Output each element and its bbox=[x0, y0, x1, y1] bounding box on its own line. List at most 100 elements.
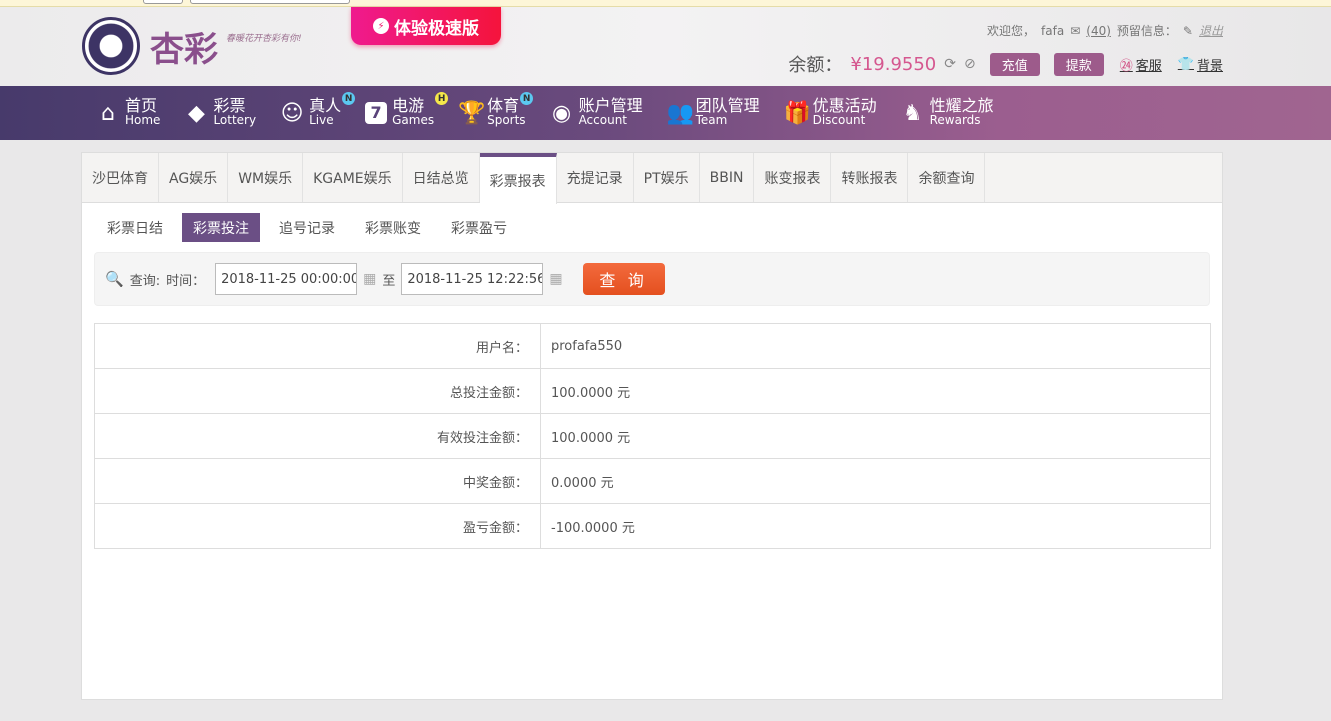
service-label: 客服 bbox=[1135, 58, 1162, 74]
calendar-icon[interactable]: ▦ bbox=[549, 271, 562, 287]
logo[interactable]: 杏彩 春暖花开杏彩有你! bbox=[82, 17, 302, 75]
speed-version-button[interactable]: ⚡ 体验极速版 bbox=[351, 7, 501, 45]
calendar-icon[interactable]: ▦ bbox=[363, 271, 376, 287]
nav-label: 首页 bbox=[125, 96, 158, 115]
subtab-lottery-daily[interactable]: 彩票日结 bbox=[96, 213, 174, 242]
search-bar: 🔍 查询: 时间： ▦ 至 ▦ 查 询 bbox=[94, 252, 1210, 306]
nav-label: 彩票 bbox=[213, 96, 246, 115]
nav-label: 账户管理 bbox=[578, 96, 643, 115]
trophy-icon: 🏆 bbox=[458, 100, 486, 126]
nav-sublabel: Rewards bbox=[929, 113, 981, 127]
report-panel: 沙巴体育 AG娱乐 WM娱乐 KGAME娱乐 日结总览 彩票报表 充提记录 PT… bbox=[81, 152, 1223, 700]
refresh-icon[interactable]: ⟳ bbox=[944, 56, 956, 72]
query-button[interactable]: 查 询 bbox=[582, 263, 665, 295]
hide-eye-icon[interactable]: ⊘ bbox=[964, 56, 976, 72]
home-icon: ⌂ bbox=[101, 100, 115, 126]
logo-slogan: 春暖花开杏彩有你! bbox=[226, 33, 302, 44]
row-label: 总投注金额： bbox=[94, 368, 541, 414]
to-label: 至 bbox=[382, 273, 396, 289]
subtab-lottery-bets[interactable]: 彩票投注 bbox=[182, 213, 260, 242]
tab-saba-sports[interactable]: 沙巴体育 bbox=[82, 153, 159, 202]
row-value: -100.0000 元 bbox=[540, 503, 1211, 549]
users-icon: 👥 bbox=[666, 100, 694, 126]
tab-lottery-report[interactable]: 彩票报表 bbox=[479, 153, 557, 204]
infobar-button[interactable] bbox=[143, 0, 183, 4]
mail-icon[interactable]: ✉ bbox=[1070, 24, 1080, 38]
search-label: 查询: bbox=[129, 273, 161, 289]
shirt-icon: 👕 bbox=[1177, 56, 1194, 72]
background-link[interactable]: 👕 背景 bbox=[1178, 55, 1223, 74]
nav-label: 真人 bbox=[309, 96, 342, 115]
nav-sublabel: Lottery bbox=[213, 113, 257, 127]
promo-label: 体验极速版 bbox=[394, 18, 479, 39]
row-label: 有效投注金额： bbox=[94, 413, 541, 459]
table-row: 中奖金额： 0.0000 元 bbox=[94, 458, 1211, 504]
customer-service-link[interactable]: ㉔客服 bbox=[1120, 55, 1162, 74]
nav-rewards[interactable]: ♞ 性耀之旅 Rewards bbox=[901, 86, 994, 140]
new-badge: N bbox=[342, 92, 356, 105]
deposit-button[interactable]: 充值 bbox=[989, 52, 1040, 76]
infobar-field[interactable] bbox=[190, 0, 350, 4]
row-value: 0.0000 元 bbox=[540, 458, 1211, 504]
support-24-icon: ㉔ bbox=[1119, 58, 1133, 74]
nav-sublabel: Games bbox=[392, 113, 435, 127]
tab-kgame[interactable]: KGAME娱乐 bbox=[303, 153, 403, 202]
nav-sublabel: Sports bbox=[487, 113, 526, 127]
tab-bbin[interactable]: BBIN bbox=[700, 153, 755, 202]
nav-sublabel: Discount bbox=[812, 113, 866, 127]
end-time-input[interactable] bbox=[401, 263, 544, 295]
table-row: 总投注金额： 100.0000 元 bbox=[94, 368, 1211, 414]
browser-infobar bbox=[0, 0, 1331, 7]
logout-link[interactable]: 退出 bbox=[1199, 22, 1223, 39]
tab-daily-overview[interactable]: 日结总览 bbox=[403, 153, 480, 202]
row-value: profafa550 bbox=[540, 323, 1211, 369]
subtab-chase-records[interactable]: 追号记录 bbox=[268, 213, 346, 242]
woman-icon: ☺ bbox=[280, 100, 304, 126]
nav-live[interactable]: ☺ 真人 Live N bbox=[280, 86, 356, 140]
reserved-info-label: 预留信息： bbox=[1116, 24, 1177, 38]
nav-sublabel: Account bbox=[578, 113, 628, 127]
subtab-lottery-account-change[interactable]: 彩票账变 bbox=[354, 213, 432, 242]
row-value: 100.0000 元 bbox=[540, 368, 1211, 414]
tab-deposit-withdraw[interactable]: 充提记录 bbox=[557, 153, 634, 202]
start-time-input[interactable] bbox=[215, 263, 358, 295]
nav-discount[interactable]: 🎁 优惠活动 Discount bbox=[784, 86, 877, 140]
logo-text: 杏彩 bbox=[150, 29, 218, 70]
subtab-lottery-profit[interactable]: 彩票盈亏 bbox=[440, 213, 518, 242]
nav-account[interactable]: ◉ 账户管理 Account bbox=[550, 86, 643, 140]
edit-icon[interactable]: ✎ bbox=[1183, 24, 1193, 38]
withdraw-button[interactable]: 提款 bbox=[1053, 52, 1104, 76]
tab-wm[interactable]: WM娱乐 bbox=[228, 153, 304, 202]
bet-summary-table: 用户名： profafa550 总投注金额： 100.0000 元 有效投注金额： 1… bbox=[94, 323, 1211, 549]
ticket-icon: ◆ bbox=[187, 100, 205, 126]
balance-label: 余额： bbox=[788, 55, 843, 76]
search-icon: 🔍 bbox=[105, 270, 124, 288]
tab-pt[interactable]: PT娱乐 bbox=[634, 153, 700, 202]
table-row: 盈亏金额： -100.0000 元 bbox=[94, 503, 1211, 549]
sub-tabs: 彩票日结 彩票投注 追号记录 彩票账变 彩票盈亏 bbox=[96, 213, 1222, 242]
welcome-text: 欢迎您， bbox=[987, 24, 1036, 38]
tab-account-change[interactable]: 账变报表 bbox=[754, 153, 832, 202]
nav-label: 性耀之旅 bbox=[929, 96, 994, 115]
lightning-icon: ⚡ bbox=[373, 18, 389, 34]
row-label: 盈亏金额： bbox=[94, 503, 541, 549]
gift-icon: 🎁 bbox=[783, 100, 811, 126]
nav-games[interactable]: 7 电游 Games H bbox=[365, 86, 449, 140]
tab-ag[interactable]: AG娱乐 bbox=[159, 153, 229, 202]
main-nav: ⌂ 首页 Home ◆ 彩票 Lottery ☺ 真人 Live N 7 电游 Games H 🏆 体… bbox=[0, 86, 1331, 140]
header: 杏彩 春暖花开杏彩有你! ⚡ 体验极速版 欢迎您， fafa ✉ (40) 预留信… bbox=[0, 7, 1331, 86]
nav-sports[interactable]: 🏆 体育 Sports N bbox=[458, 86, 534, 140]
nav-label: 优惠活动 bbox=[812, 96, 877, 115]
nav-team[interactable]: 👥 团队管理 Team bbox=[667, 86, 760, 140]
tab-transfer[interactable]: 转账报表 bbox=[831, 153, 909, 202]
report-tabs: 沙巴体育 AG娱乐 WM娱乐 KGAME娱乐 日结总览 彩票报表 充提记录 PT… bbox=[82, 153, 1222, 204]
message-count[interactable]: (40) bbox=[1086, 24, 1111, 38]
username: fafa bbox=[1041, 23, 1065, 38]
row-label: 中奖金额： bbox=[94, 458, 541, 504]
seven-icon: 7 bbox=[365, 102, 388, 124]
nav-lottery[interactable]: ◆ 彩票 Lottery bbox=[184, 86, 256, 140]
table-row: 有效投注金额： 100.0000 元 bbox=[94, 413, 1211, 459]
tab-balance-query[interactable]: 余额查询 bbox=[908, 153, 986, 202]
nav-home[interactable]: ⌂ 首页 Home bbox=[96, 86, 160, 140]
balance-amount: ¥19.9550 bbox=[850, 53, 937, 75]
